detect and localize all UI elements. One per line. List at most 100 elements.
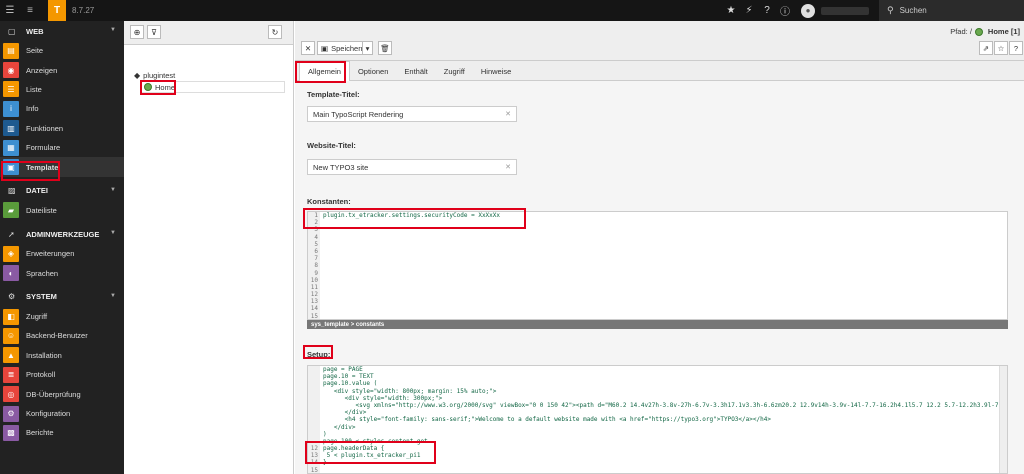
code-line[interactable]: 1 plugin.tx_etracker.settings.securityCod…	[308, 212, 1007, 220]
help-icon[interactable]: ?	[759, 0, 775, 21]
bookmark-star-icon[interactable]: ★	[723, 0, 739, 21]
delete-button[interactable]: 🗑	[378, 41, 392, 55]
line-number: 3	[308, 226, 320, 234]
code-line[interactable]: page.10 = TEXT	[308, 373, 1007, 381]
tab-zugriff[interactable]: Zugriff	[436, 61, 473, 81]
code-text: page.headerData {	[323, 445, 385, 453]
code-line[interactable]: 14	[308, 305, 1007, 313]
module-zugriff[interactable]: ◧ Zugriff	[0, 307, 124, 326]
tree-root[interactable]: ◆ plugintest	[134, 71, 175, 80]
menu-toggle-icon[interactable]: ☰	[0, 0, 20, 21]
code-line[interactable]: 9	[308, 269, 1007, 277]
module-installation[interactable]: ▲ Installation	[0, 346, 124, 365]
tab-hinweise[interactable]: Hinweise	[473, 61, 519, 81]
module-seite[interactable]: ▤ Seite	[0, 41, 124, 60]
code-line[interactable]: 11	[308, 283, 1007, 292]
code-line[interactable]: 10	[308, 276, 1007, 284]
code-line[interactable]: 13	[308, 298, 1007, 306]
module-list-icon[interactable]: ≡	[20, 0, 40, 21]
info-icon[interactable]: ⓘ	[777, 0, 793, 21]
log-icon: ≣	[3, 366, 19, 383]
module-formulare[interactable]: ▦ Formulare	[0, 138, 124, 157]
module-db-ueberpruefung[interactable]: ◎ DB-Überprüfung	[0, 384, 124, 403]
code-line[interactable]: </div>	[308, 409, 1007, 417]
code-line[interactable]: <svg xmlns="http://www.w3.org/2000/svg" …	[308, 401, 1007, 410]
code-line[interactable]: 12 page.headerData {	[308, 445, 1007, 453]
code-line[interactable]: )	[308, 430, 1007, 438]
module-anzeigen[interactable]: ◉ Anzeigen	[0, 60, 124, 79]
code-line[interactable]: 15	[308, 312, 1007, 319]
user-name-redacted[interactable]	[821, 6, 869, 15]
code-text: page.100 < styles.content.get	[323, 437, 428, 445]
section-adminwerkzeuge[interactable]: ➚ ADMINWERKZEUGE ▼	[0, 224, 124, 244]
line-number	[308, 380, 320, 388]
code-line[interactable]: 12	[308, 291, 1007, 299]
close-button[interactable]: ✕	[301, 41, 315, 55]
tab-allgemein[interactable]: Allgemein	[299, 61, 350, 81]
save-dropdown-button[interactable]: ▾	[362, 41, 373, 55]
tab-enthaelt[interactable]: Enthält	[396, 61, 435, 81]
code-line[interactable]: 4	[308, 233, 1007, 241]
tab-optionen[interactable]: Optionen	[350, 61, 396, 81]
module-info[interactable]: i Info	[0, 99, 124, 118]
code-line[interactable]: 13 5 < plugin.tx_etracker_pi1	[308, 452, 1007, 460]
module-sprachen[interactable]: ◐ Sprachen	[0, 264, 124, 283]
code-line[interactable]: 6	[308, 247, 1007, 256]
clear-icon[interactable]: ✕	[505, 163, 511, 171]
section-system[interactable]: ⚙ SYSTEM ▼	[0, 287, 124, 307]
setup-editor[interactable]: page = PAGE page.10 = TEXT page.10.value (…	[307, 365, 1008, 474]
constants-editor[interactable]: 1 plugin.tx_etracker.settings.securityCod…	[307, 211, 1008, 320]
module-template[interactable]: ▣ Template	[0, 157, 124, 177]
code-line[interactable]: <h4 style="font-family: sans-serif;">Wel…	[308, 416, 1007, 424]
code-text: )	[323, 430, 327, 438]
code-text: <div style="width: 800px; margin: 15% au…	[323, 387, 497, 395]
code-line[interactable]: page.10.value (	[308, 380, 1007, 388]
module-erweiterungen[interactable]: ◈ Erweiterungen	[0, 244, 124, 263]
plug-icon: ⚙	[8, 292, 16, 302]
tree-node-home[interactable]: Home	[140, 81, 285, 93]
website-title-input[interactable]: New TYPO3 site ✕	[307, 159, 517, 175]
flash-cache-icon[interactable]: ⚡	[741, 0, 757, 21]
refresh-icon[interactable]: ↻	[268, 25, 282, 39]
typo3-logo[interactable]: T	[48, 0, 66, 21]
bookmark-button[interactable]: ☆	[994, 41, 1008, 55]
section-web[interactable]: ▢ WEB ▼	[0, 21, 124, 41]
module-backend-benutzer[interactable]: ☺ Backend-Benutzer	[0, 326, 124, 345]
search-box[interactable]: ⚲ Suchen	[879, 0, 1024, 21]
code-line[interactable]: <div style="width: 800px; margin: 15% au…	[308, 387, 1007, 395]
code-line[interactable]: 2	[308, 219, 1007, 227]
user-avatar[interactable]: ●	[801, 3, 815, 18]
new-page-icon[interactable]: ⊕	[130, 25, 144, 39]
code-line[interactable]: 15	[308, 466, 1007, 473]
editor-scrollbar[interactable]	[999, 366, 1007, 473]
code-line[interactable]: 8	[308, 262, 1007, 270]
section-datei[interactable]: ▨ DATEI ▼	[0, 181, 124, 201]
module-konfiguration[interactable]: ⚙ Konfiguration	[0, 404, 124, 423]
filter-icon[interactable]: ⊽	[147, 25, 161, 39]
code-line[interactable]: 14}	[308, 459, 1007, 467]
module-protokoll[interactable]: ≣ Protokoll	[0, 365, 124, 384]
module-berichte[interactable]: ▩ Berichte	[0, 423, 124, 442]
module-dateiliste[interactable]: ▰ Dateiliste	[0, 201, 124, 220]
globe-icon	[144, 83, 152, 91]
doc-header: Pfad: / Home [1] ✕ ▣ Speichern ▾ 🗑 ⇗ ☆ ?	[295, 21, 1024, 61]
code-line[interactable]: 5	[308, 240, 1007, 248]
open-new-window-button[interactable]: ⇗	[979, 41, 993, 55]
chevron-down-icon: ▾	[365, 43, 370, 53]
template-title-input[interactable]: Main TypoScript Rendering ✕	[307, 106, 517, 122]
code-line[interactable]: <div style="width: 300px;">	[308, 394, 1007, 402]
module-liste[interactable]: ☰ Liste	[0, 80, 124, 99]
code-line[interactable]: </div>	[308, 423, 1007, 431]
code-line[interactable]: 7	[308, 255, 1007, 263]
code-line[interactable]: page = PAGE	[308, 366, 1007, 374]
line-number: 15	[308, 466, 320, 473]
line-number	[308, 416, 320, 424]
module-funktionen[interactable]: ▥ Funktionen	[0, 119, 124, 138]
line-number: 12	[308, 291, 320, 299]
code-line[interactable]: 3	[308, 226, 1007, 234]
code-line[interactable]: page.100 < styles.content.get	[308, 437, 1007, 446]
line-number	[308, 373, 320, 381]
clear-icon[interactable]: ✕	[505, 110, 511, 118]
help-button[interactable]: ?	[1009, 41, 1023, 55]
